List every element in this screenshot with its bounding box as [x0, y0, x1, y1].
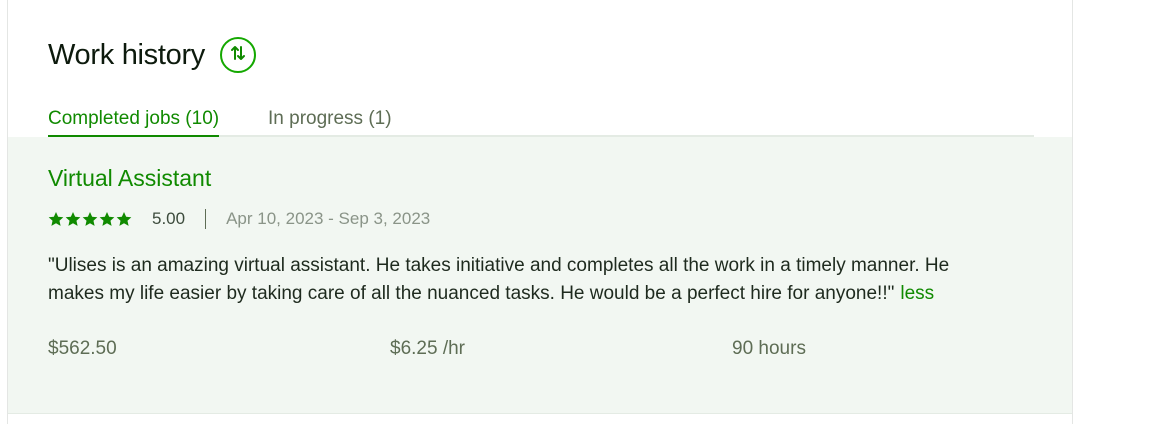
sort-button[interactable] [220, 37, 257, 73]
less-link[interactable]: less [900, 283, 934, 304]
job-title-link[interactable]: Virtual Assistant [48, 165, 211, 192]
rating-row: 5.00 Apr 10, 2023 - Sep 3, 2023 [48, 208, 430, 230]
section-title: Work history [48, 38, 206, 71]
rating-score: 5.00 [152, 209, 186, 228]
job-rate: $6.25 /hr [390, 338, 465, 359]
star-icon [99, 212, 115, 226]
star-icon [116, 212, 132, 226]
divider [205, 209, 207, 229]
sort-arrows-icon [229, 44, 247, 67]
work-history-card: Work history Completed jobs (10) In prog… [7, 0, 1073, 424]
job-earnings: $562.50 [48, 338, 117, 359]
star-icon [48, 212, 64, 226]
job-item: Virtual Assistant 5.00 Apr 10, 2023 - Se… [8, 137, 1072, 414]
tab-in-progress[interactable]: In progress (1) [268, 103, 392, 135]
job-hours: 90 hours [732, 338, 806, 359]
work-history-tabs: Completed jobs (10) In progress (1) [48, 103, 1034, 137]
star-rating [48, 211, 132, 227]
tab-completed-jobs[interactable]: Completed jobs (10) [48, 103, 220, 137]
review-text: "Ulises is an amazing virtual assistant.… [48, 255, 950, 304]
review-text-block: "Ulises is an amazing virtual assistant.… [48, 252, 998, 308]
star-icon [82, 212, 98, 226]
star-icon [65, 212, 81, 226]
job-dates: Apr 10, 2023 - Sep 3, 2023 [226, 209, 431, 228]
work-history-header: Work history [48, 37, 257, 73]
